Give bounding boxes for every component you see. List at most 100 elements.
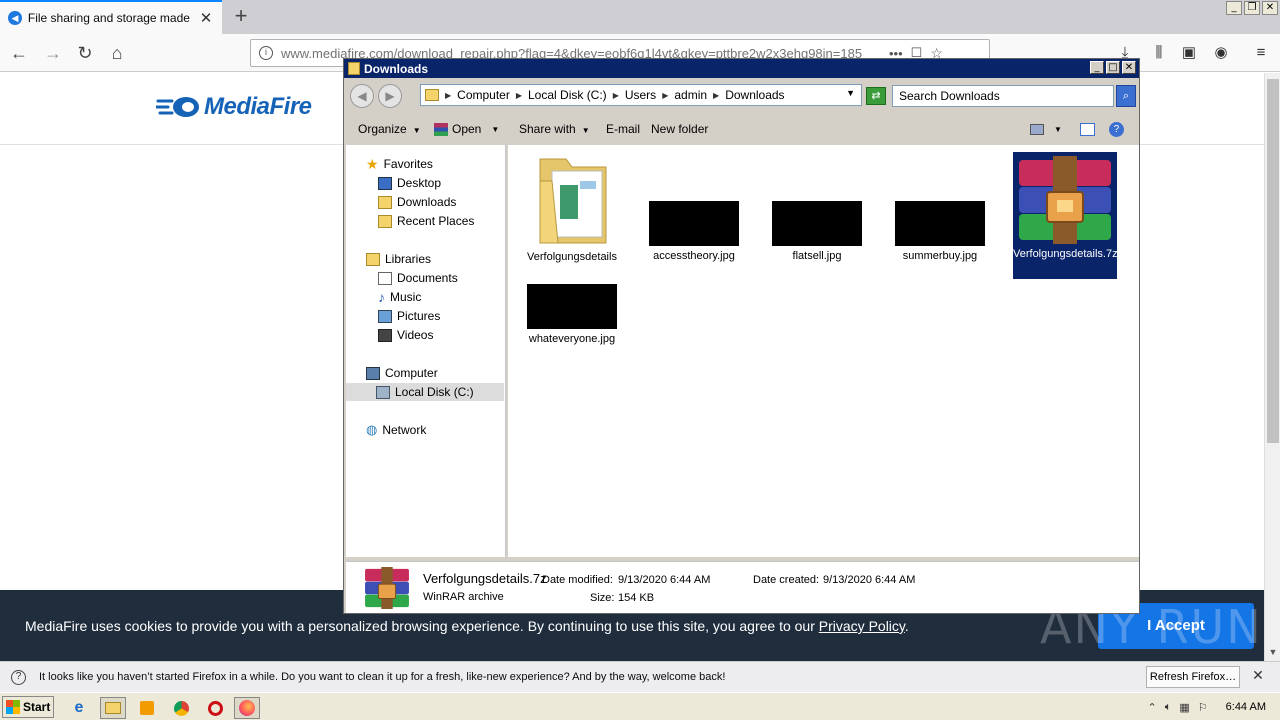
nav-downloads[interactable]: Downloads (378, 193, 456, 211)
organize-label: Organize (358, 122, 407, 136)
explorer-close-button[interactable]: ✕ (1122, 61, 1136, 74)
cookie-message: MediaFire uses cookies to provide you wi… (25, 618, 909, 634)
explorer-taskbar-icon[interactable] (100, 697, 126, 719)
file-accesstheory[interactable]: accesstheory.jpg (642, 201, 746, 263)
breadcrumb-local-disk[interactable]: Local Disk (C:) (528, 88, 607, 102)
sidebar-icon[interactable]: ▣ (1178, 42, 1200, 64)
breadcrumb-computer[interactable]: Computer (457, 88, 510, 102)
recent-places-icon (378, 214, 392, 228)
ie-taskbar-icon[interactable]: e (66, 697, 92, 719)
search-input[interactable]: Search Downloads (892, 85, 1114, 107)
new-folder-button[interactable]: New folder (651, 122, 708, 136)
view-dropdown-icon[interactable]: ▼ (1054, 125, 1062, 134)
clock[interactable]: 6:44 AM (1226, 701, 1266, 713)
nav-videos[interactable]: Videos (378, 326, 433, 344)
breadcrumb-separator-icon[interactable]: ▶ (445, 91, 451, 100)
close-window-button[interactable]: ✕ (1262, 1, 1278, 15)
opera-taskbar-icon[interactable] (202, 697, 228, 719)
breadcrumb-admin[interactable]: admin (674, 88, 707, 102)
reload-icon[interactable]: ↻ (72, 41, 98, 65)
address-row: ◀ ▶ ▶ Computer ▶ Local Disk (C:) ▶ Users… (344, 79, 1139, 113)
breadcrumb-separator-icon[interactable]: ▶ (662, 91, 668, 100)
detail-file-type: WinRAR archive (423, 591, 504, 603)
search-icon[interactable]: ⌕ (1116, 85, 1136, 107)
nav-network[interactable]: ◍ Network (366, 421, 426, 439)
file-whateveryone[interactable]: whateveryone.jpg (520, 284, 624, 346)
action-center-flag-icon[interactable]: ⚐ (1198, 701, 1208, 714)
account-icon[interactable]: ◉ (1210, 42, 1232, 64)
chevron-down-icon: ▼ (412, 126, 421, 135)
nav-pictures[interactable]: Pictures (378, 307, 440, 325)
privacy-policy-link[interactable]: Privacy Policy (819, 618, 905, 634)
file-verfolgungsdetails-7z[interactable]: Verfolgungsdetails.7z (1013, 152, 1118, 279)
breadcrumb-users[interactable]: Users (625, 88, 656, 102)
tray-expand-icon[interactable]: ⌃ (1148, 701, 1157, 714)
help-icon[interactable]: ? (1108, 122, 1124, 137)
organize-button[interactable]: Organize ▼ (358, 122, 421, 136)
tab-close-icon[interactable]: ✕ (198, 9, 214, 27)
nav-documents[interactable]: Documents (378, 269, 458, 287)
window-controls: _ ❐ ✕ (1226, 1, 1278, 15)
breadcrumb-separator-icon[interactable]: ▶ (613, 91, 619, 100)
detail-size: 154 KB (618, 592, 655, 604)
view-icon[interactable] (1030, 124, 1044, 135)
new-tab-icon[interactable]: + (228, 2, 254, 30)
refresh-icon[interactable]: ⇄ (866, 87, 886, 105)
notification-close-icon[interactable]: ✕ (1250, 667, 1266, 684)
page-scrollbar[interactable]: ▼ (1264, 73, 1280, 661)
nav-label: Libraries (385, 252, 432, 266)
home-icon[interactable]: ⌂ (104, 41, 130, 65)
forward-arrow-icon[interactable]: → (40, 41, 66, 65)
firefox-notification-bar: ? It looks like you haven’t started Fire… (0, 661, 1280, 692)
file-folder-verfolgungsdetails[interactable]: Verfolgungsdetails (520, 151, 624, 264)
mediafire-favicon-icon: ◀ (8, 11, 22, 25)
share-with-button[interactable]: Share with ▼ (519, 122, 590, 136)
refresh-firefox-button[interactable]: Refresh Firefox… (1146, 666, 1240, 688)
back-arrow-icon[interactable]: ← (6, 41, 32, 65)
file-name: Verfolgungsdetails.7z (1013, 248, 1118, 260)
address-dropdown-icon[interactable]: ▼ (846, 88, 855, 98)
scroll-down-icon[interactable]: ▼ (1265, 647, 1280, 661)
chrome-taskbar-icon[interactable] (168, 697, 194, 719)
explorer-back-icon[interactable]: ◀ (350, 84, 374, 108)
preview-pane-icon[interactable] (1079, 123, 1095, 136)
media-player-taskbar-icon[interactable] (134, 697, 160, 719)
network-tray-icon[interactable]: ▦ (1179, 701, 1189, 714)
nav-favorites[interactable]: ★ Favorites (366, 155, 433, 173)
libraries-icon (366, 252, 380, 266)
minimize-button[interactable]: _ (1226, 1, 1242, 15)
network-icon: ◍ (366, 422, 378, 437)
menu-icon[interactable]: ≡ (1250, 42, 1272, 64)
file-flatsell[interactable]: flatsell.jpg (765, 201, 869, 263)
address-bar[interactable]: ▶ Computer ▶ Local Disk (C:) ▶ Users ▶ a… (420, 84, 862, 106)
nav-music[interactable]: ♪ Music (378, 288, 421, 306)
restore-button[interactable]: ❐ (1244, 1, 1260, 15)
start-button[interactable]: Start (2, 696, 54, 718)
mediafire-logo[interactable]: MediaFire (156, 93, 312, 121)
detail-file-name: Verfolgungsdetails.7z (423, 571, 547, 586)
browser-tab[interactable]: ◀ File sharing and storage made simple ✕ (0, 0, 222, 34)
explorer-title-bar[interactable]: Downloads _ □ ✕ (344, 59, 1139, 78)
explorer-forward-icon[interactable]: ▶ (378, 84, 402, 108)
library-icon[interactable]: ⫼ (1148, 42, 1170, 64)
site-info-icon[interactable]: i (259, 46, 273, 60)
chevron-down-icon: ▼ (581, 126, 590, 135)
breadcrumb-downloads[interactable]: Downloads (725, 88, 784, 102)
breadcrumb-separator-icon[interactable]: ▶ (516, 91, 522, 100)
scrollbar-thumb[interactable] (1267, 79, 1279, 443)
firefox-taskbar-icon[interactable] (234, 697, 260, 719)
breadcrumb-separator-icon[interactable]: ▶ (713, 91, 719, 100)
view-options[interactable]: ▼ ? (1030, 122, 1124, 137)
email-button[interactable]: E-mail (606, 122, 640, 136)
explorer-maximize-button[interactable]: □ (1106, 61, 1120, 74)
nav-libraries[interactable]: Libraries (366, 250, 431, 268)
nav-recent-places[interactable]: Recent Places (378, 212, 474, 230)
nav-desktop[interactable]: Desktop (378, 174, 441, 192)
nav-computer[interactable]: Computer (366, 364, 438, 382)
volume-icon[interactable]: 🔈︎ (1165, 701, 1172, 714)
open-button[interactable]: Open ▼ (434, 122, 499, 136)
nav-local-disk[interactable]: Local Disk (C:) (346, 383, 504, 401)
file-summerbuy[interactable]: summerbuy.jpg (888, 201, 992, 263)
explorer-minimize-button[interactable]: _ (1090, 61, 1104, 74)
explorer-window: Downloads _ □ ✕ ◀ ▶ ▶ Computer ▶ Local D… (343, 58, 1140, 614)
